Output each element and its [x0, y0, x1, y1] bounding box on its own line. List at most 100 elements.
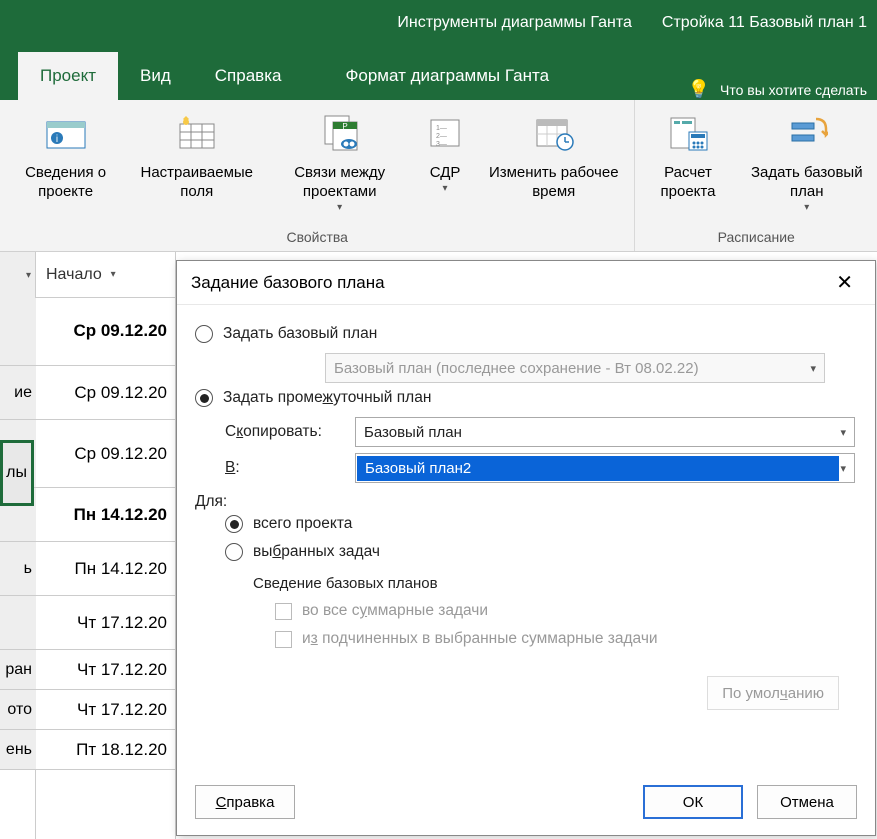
checkbox-icon: [275, 603, 292, 620]
checkbox-icon: [275, 631, 292, 648]
project-info-label: Сведения о проекте: [8, 164, 123, 202]
file-name: Стройка 11 Базовый план 1: [662, 14, 867, 32]
row-label: ь: [0, 542, 36, 596]
dialog-body: Задать базовый план Базовый план (послед…: [177, 305, 875, 775]
svg-text:3—: 3—: [436, 141, 447, 148]
project-info-button[interactable]: i Сведения о проекте: [2, 106, 129, 227]
ok-button[interactable]: ОК: [643, 785, 743, 819]
svg-text:1—: 1—: [436, 125, 447, 132]
checkbox-all-summary-label: во все суммарные задачи: [302, 602, 488, 620]
copy-to-combo[interactable]: Базовый план2▾: [355, 453, 855, 483]
radio-icon: [225, 543, 243, 561]
radio-set-interim[interactable]: Задать промежуточный план: [195, 389, 857, 407]
dialog-footer: Справка ОК Отмена: [177, 775, 875, 835]
baseline-combo-disabled: Базовый план (последнее сохранение - Вт …: [325, 353, 825, 383]
copy-label: Скопировать:: [225, 423, 355, 441]
cell[interactable]: Пн 14.12.20: [36, 542, 175, 596]
wbs-icon: 1—2—3—: [424, 112, 466, 154]
cell[interactable]: Чт 17.12.20: [36, 596, 175, 650]
radio-entire-project-label: всего проекта: [253, 515, 352, 533]
col-header-start[interactable]: Начало ▾: [36, 252, 175, 298]
cell[interactable]: Чт 17.12.20: [36, 650, 175, 690]
ribbon: i Сведения о проекте Настраиваемые поля …: [0, 100, 877, 252]
selected-row-header[interactable]: лы: [0, 440, 34, 506]
radio-selected-tasks[interactable]: выбранных задач: [225, 543, 857, 561]
row-label: ие: [0, 366, 36, 420]
radio-icon: [195, 389, 213, 407]
tab-project[interactable]: Проект: [18, 52, 118, 100]
left-partial-labels: ие ь ран ото ень: [0, 298, 36, 770]
wbs-label: СДР: [430, 164, 461, 183]
for-label: Для:: [195, 493, 857, 511]
change-working-time-button[interactable]: Изменить рабочее время: [475, 106, 632, 227]
change-time-label: Изменить рабочее время: [481, 164, 626, 202]
custom-fields-label: Настраиваемые поля: [135, 164, 258, 202]
calculate-project-label: Расчет проекта: [643, 164, 732, 202]
tab-format[interactable]: Формат диаграммы Ганта: [323, 52, 571, 100]
copy-from-combo[interactable]: Базовый план▾: [355, 417, 855, 447]
project-links-button[interactable]: P Связи между проектами ▾: [264, 106, 415, 227]
row-label: ень: [0, 730, 36, 770]
checkbox-all-summary: во все суммарные задачи: [275, 602, 857, 620]
cancel-button[interactable]: Отмена: [757, 785, 857, 819]
dialog-titlebar: Задание базового плана ✕: [177, 261, 875, 305]
info-icon: i: [45, 112, 87, 154]
set-baseline-button[interactable]: Задать базовый план ▾: [739, 106, 875, 227]
tab-view[interactable]: Вид: [118, 52, 193, 100]
chevron-down-icon: ▾: [337, 202, 342, 215]
svg-text:2—: 2—: [436, 133, 447, 140]
cell[interactable]: Пт 18.12.20: [36, 730, 175, 770]
row-label: ото: [0, 690, 36, 730]
ribbon-tabs: Проект Вид Справка Формат диаграммы Гант…: [0, 45, 877, 100]
start-column: Начало ▾ Ср 09.12.20 Ср 09.12.20 Ср 09.1…: [36, 252, 176, 839]
set-baseline-dialog: Задание базового плана ✕ Задать базовый …: [176, 260, 876, 836]
radio-set-baseline[interactable]: Задать базовый план: [195, 325, 857, 343]
set-baseline-label: Задать базовый план: [745, 164, 869, 202]
cell[interactable]: Чт 17.12.20: [36, 690, 175, 730]
chevron-down-icon: ▾: [443, 183, 448, 196]
set-default-button: По умолчанию: [707, 676, 839, 710]
wbs-button[interactable]: 1—2—3— СДР ▾: [415, 106, 475, 227]
project-links-label: Связи между проектами: [270, 164, 409, 202]
cell[interactable]: Ср 09.12.20: [36, 420, 175, 488]
row-label: ран: [0, 650, 36, 690]
cell[interactable]: Пн 14.12.20: [36, 488, 175, 542]
custom-fields-button[interactable]: Настраиваемые поля: [129, 106, 264, 227]
title-bar: Инструменты диаграммы Ганта Стройка 11 Б…: [0, 0, 877, 45]
rollup-heading: Сведение базовых планов: [253, 575, 857, 592]
calendar-clock-icon: [533, 112, 575, 154]
radio-set-interim-label: Задать промежуточный план: [223, 389, 431, 407]
close-icon[interactable]: ✕: [828, 266, 861, 299]
context-title: Инструменты диаграммы Ганта: [397, 14, 632, 32]
bulb-icon: 💡: [688, 79, 710, 100]
row-label: [0, 298, 36, 366]
tab-help[interactable]: Справка: [193, 52, 304, 100]
custom-fields-icon: [176, 112, 218, 154]
svg-text:i: i: [55, 134, 57, 145]
row-label: [0, 596, 36, 650]
calculator-icon: [667, 112, 709, 154]
cell[interactable]: Ср 09.12.20: [36, 366, 175, 420]
help-button[interactable]: Справка: [195, 785, 295, 819]
radio-set-baseline-label: Задать базовый план: [223, 325, 377, 343]
svg-text:P: P: [342, 122, 347, 131]
radio-icon: [195, 325, 213, 343]
group-label-schedule: Расписание: [637, 227, 875, 249]
dialog-title: Задание базового плана: [191, 273, 385, 293]
tell-me-label: Что вы хотите сделать: [720, 82, 867, 98]
tell-me[interactable]: 💡 Что вы хотите сделать: [688, 79, 877, 100]
calculate-project-button[interactable]: Расчет проекта: [637, 106, 738, 227]
ribbon-group-properties: i Сведения о проекте Настраиваемые поля …: [0, 100, 635, 251]
checkbox-from-sub: из подчиненных в выбранные суммарные зад…: [275, 630, 857, 648]
col-gutter-dropdown[interactable]: ▾: [0, 252, 36, 298]
links-icon: P: [319, 112, 361, 154]
chevron-down-icon: ▾: [804, 202, 809, 215]
to-label: В:: [225, 459, 355, 477]
radio-icon: [225, 515, 243, 533]
radio-selected-tasks-label: выбранных задач: [253, 543, 380, 561]
baseline-icon: [786, 112, 828, 154]
ribbon-group-schedule: Расчет проекта Задать базовый план ▾ Рас…: [635, 100, 877, 251]
radio-entire-project[interactable]: всего проекта: [225, 515, 857, 533]
cell[interactable]: Ср 09.12.20: [36, 298, 175, 366]
checkbox-from-sub-label: из подчиненных в выбранные суммарные зад…: [302, 630, 658, 648]
